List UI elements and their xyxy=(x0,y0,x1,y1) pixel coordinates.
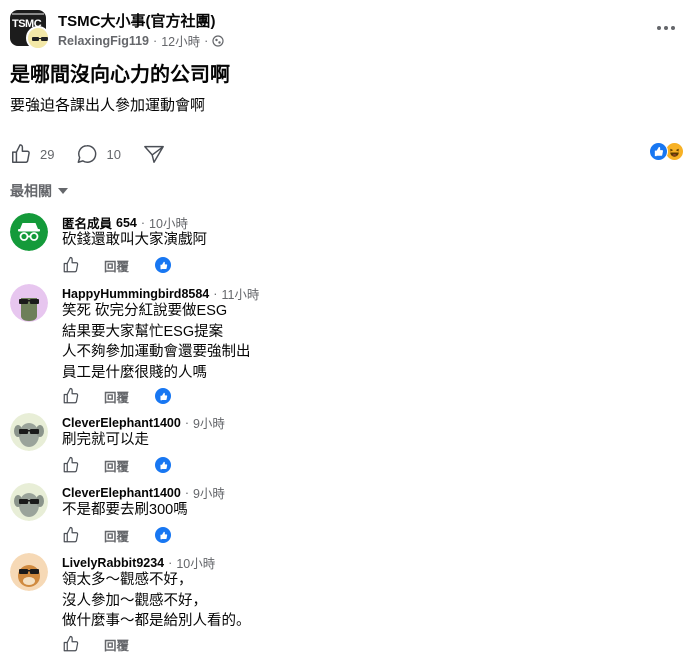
more-options-button[interactable] xyxy=(654,16,678,40)
logo-bar xyxy=(12,13,44,15)
comment-actions: 回覆 xyxy=(62,525,172,545)
commenter-avatar[interactable] xyxy=(10,553,48,591)
post-title: 是哪間沒向心力的公司啊 xyxy=(10,64,230,86)
comment-actions: 回覆 xyxy=(62,386,172,406)
comment-actions: 回覆 xyxy=(62,634,129,654)
chevron-down-icon xyxy=(58,188,68,194)
comment-actions: 回覆 xyxy=(62,255,172,275)
meta-dot: · xyxy=(213,286,218,301)
like-icon[interactable] xyxy=(62,635,80,653)
like-icon[interactable] xyxy=(62,256,80,274)
comment-actions: 回覆 xyxy=(62,455,172,475)
comment-text: 領太多～觀感不好， 沒人參加～觀感不好， 做什麼事～都是給別人看的。 xyxy=(62,572,251,629)
comment-button[interactable]: 10 xyxy=(76,143,121,165)
meta-dot: · xyxy=(140,215,146,230)
like-reaction-icon[interactable] xyxy=(155,388,172,404)
comment-text: 砍錢還敢叫大家演戲阿 xyxy=(62,232,207,248)
comment-icon xyxy=(78,145,97,163)
reply-button[interactable]: 回覆 xyxy=(104,526,129,545)
member-badge: 654 xyxy=(116,215,137,230)
reply-button[interactable]: 回覆 xyxy=(104,635,129,654)
author-avatar[interactable] xyxy=(26,26,50,50)
comment-time[interactable]: 9小時 xyxy=(193,483,225,502)
comment-item: CleverElephant1400 · 9小時 刷完就可以走 回覆 xyxy=(10,413,684,475)
comment-time[interactable]: 9小時 xyxy=(193,413,225,432)
commenter-avatar[interactable] xyxy=(10,413,48,451)
like-reaction-icon[interactable] xyxy=(155,257,172,273)
like-count: 29 xyxy=(40,146,55,162)
comment-text: 不是都要去刷300嗎 xyxy=(62,502,188,518)
like-button[interactable]: 29 xyxy=(10,143,54,165)
commenter-name[interactable]: HappyHummingbird8584 xyxy=(62,287,209,301)
more-icon xyxy=(657,26,675,30)
comment-item: CleverElephant1400 · 9小時 不是都要去刷300嗎 回覆 xyxy=(10,483,684,545)
meta-dot: · xyxy=(153,33,158,48)
comment-item: 匿名成員 654 · 10小時 砍錢還敢叫大家演戲阿 回覆 xyxy=(10,213,684,275)
post-time[interactable]: 12小時 xyxy=(161,31,200,50)
commenter-avatar[interactable] xyxy=(10,284,48,322)
comment-item: HappyHummingbird8584 · 11小時 笑死 砍完分紅說要做ES… xyxy=(10,284,684,406)
like-icon[interactable] xyxy=(62,456,80,474)
meta-dot: · xyxy=(184,485,189,500)
comment-item: LivelyRabbit9234 · 10小時 領太多～觀感不好， 沒人參加～觀… xyxy=(10,553,684,653)
comment-sort-dropdown[interactable]: 最相關 xyxy=(10,181,68,201)
commenter-name[interactable]: CleverElephant1400 xyxy=(62,486,181,500)
reply-button[interactable]: 回覆 xyxy=(104,256,129,275)
group-name[interactable]: TSMC大小事(官方社團) xyxy=(58,10,216,31)
reply-button[interactable]: 回覆 xyxy=(104,387,129,406)
commenter-name[interactable]: CleverElephant1400 xyxy=(62,416,181,430)
meta-dot: · xyxy=(204,33,209,48)
post-header: TSMC TSMC大小事(官方社團) RelaxingFig119 · 12小時… xyxy=(10,10,684,50)
post-actions: 29 10 xyxy=(10,142,684,166)
anonymous-avatar[interactable] xyxy=(10,213,48,251)
meta-dot: · xyxy=(168,555,173,570)
meta-dot: · xyxy=(184,415,189,430)
like-reaction-icon[interactable] xyxy=(155,527,172,543)
like-reaction-icon[interactable] xyxy=(155,457,172,473)
share-icon xyxy=(144,145,164,163)
globe-icon xyxy=(212,34,224,47)
author-name[interactable]: RelaxingFig119 xyxy=(58,34,149,48)
comment-text: 刷完就可以走 xyxy=(62,432,149,448)
like-reaction-icon xyxy=(649,142,668,161)
like-icon[interactable] xyxy=(62,526,80,544)
post-body: 要強迫各課出人參加運動會啊 xyxy=(10,97,206,114)
like-icon xyxy=(12,144,30,163)
comment-count: 10 xyxy=(106,146,121,162)
like-icon[interactable] xyxy=(62,387,80,405)
post-meta: RelaxingFig119 · 12小時 · xyxy=(58,31,224,50)
comment-text: 笑死 砍完分紅說要做ESG 結果要大家幫忙ESG提案 人不夠參加運動會還要強制出… xyxy=(62,303,251,381)
sort-label: 最相關 xyxy=(10,183,52,199)
share-button[interactable] xyxy=(143,143,165,165)
reply-button[interactable]: 回覆 xyxy=(104,456,129,475)
commenter-name[interactable]: LivelyRabbit9234 xyxy=(62,556,164,570)
reactions-summary[interactable] xyxy=(649,142,684,161)
commenter-avatar[interactable] xyxy=(10,483,48,521)
